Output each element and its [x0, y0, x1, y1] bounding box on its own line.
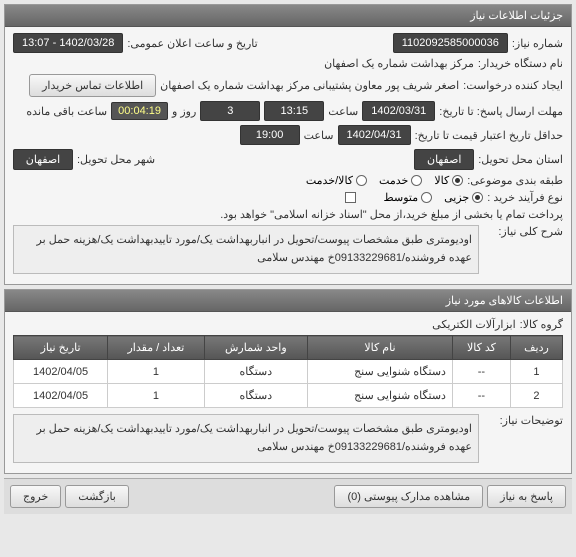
items-panel-title: اطلاعات کالاهای مورد نیاز: [446, 295, 563, 307]
payment-note: پرداخت تمام یا بخشی از مبلغ خرید،از محل …: [220, 208, 563, 221]
deadline-label: مهلت ارسال پاسخ: تا تاریخ:: [439, 105, 563, 118]
cell-code: --: [452, 360, 510, 384]
radio-both[interactable]: کالا/خدمت: [306, 174, 367, 187]
items-panel: اطلاعات کالاهای مورد نیاز گروه کالا: ابز…: [4, 289, 572, 474]
table-row[interactable]: 2 -- دستگاه شنوایی سنج دستگاه 1 1402/04/…: [14, 384, 563, 408]
remaining-timer: 00:04:19: [111, 102, 168, 120]
city-need-label: شهر محل تحویل:: [77, 153, 155, 166]
info-panel-header: جزئیات اطلاعات نیاز: [5, 5, 571, 27]
cell-date: 1402/04/05: [14, 384, 108, 408]
th-date: تاریخ نیاز: [14, 336, 108, 360]
cell-date: 1402/04/05: [14, 360, 108, 384]
th-qty: تعداد / مقدار: [108, 336, 205, 360]
info-panel: جزئیات اطلاعات نیاز شماره نیاز: 11020925…: [4, 4, 572, 285]
deadline-time: 13:15: [264, 101, 324, 121]
radio-medium-circle: [421, 192, 432, 203]
radio-goods-label: کالا: [434, 174, 449, 187]
validity-time: 19:00: [240, 125, 300, 145]
radio-services-label: خدمت: [379, 174, 408, 187]
footer-left-group: پاسخ به نیاز مشاهده مدارک پیوستی (0): [334, 485, 566, 508]
notes-label: توضیحات نیاز:: [483, 414, 563, 427]
group-label: گروه کالا:: [520, 318, 563, 331]
radio-goods[interactable]: کالا: [434, 174, 463, 187]
contact-button[interactable]: اطلاعات تماس خریدار: [29, 74, 156, 97]
time-label-1: ساعت: [328, 105, 358, 118]
notes-text: اودیومتری طبق مشخصات پیوست/تحویل در انبا…: [37, 423, 472, 453]
process-label: نوع فرآیند خرید :: [487, 191, 563, 204]
cell-code: --: [452, 384, 510, 408]
announce-value: 1402/03/28 - 13:07: [13, 33, 123, 53]
day-label: روز و: [172, 105, 196, 118]
validity-label: حداقل تاریخ اعتبار قیمت تا تاریخ:: [415, 129, 563, 142]
radio-services-circle: [411, 175, 422, 186]
cell-unit: دستگاه: [204, 384, 307, 408]
table-row[interactable]: 1 -- دستگاه شنوایی سنج دستگاه 1 1402/04/…: [14, 360, 563, 384]
th-unit: واحد شمارش: [204, 336, 307, 360]
remaining-label: ساعت باقی مانده: [26, 105, 107, 118]
requester-value: اصغر شریف پور معاون پشتیبانی مرکز بهداشت…: [160, 79, 459, 92]
need-no-value: 1102092585000036: [393, 33, 508, 53]
cell-row: 1: [510, 360, 562, 384]
days-value: 3: [200, 101, 260, 121]
buyer-label: نام دستگاه خریدار:: [478, 57, 563, 70]
footer-right-group: بازگشت خروج: [10, 485, 129, 508]
exit-button[interactable]: خروج: [10, 485, 61, 508]
th-code: کد کالا: [452, 336, 510, 360]
province-need-label: استان محل تحویل:: [478, 153, 563, 166]
items-panel-header: اطلاعات کالاهای مورد نیاز: [5, 290, 571, 312]
th-row: ردیف: [510, 336, 562, 360]
announce-label: تاریخ و ساعت اعلان عمومی:: [127, 37, 257, 50]
notes-box: اودیومتری طبق مشخصات پیوست/تحویل در انبا…: [13, 414, 479, 463]
info-panel-title: جزئیات اطلاعات نیاز: [470, 10, 563, 22]
cell-qty: 1: [108, 360, 205, 384]
province-need-value: اصفهان: [414, 149, 474, 170]
cell-qty: 1: [108, 384, 205, 408]
process-radio-group: جزیی متوسط: [384, 191, 484, 204]
respond-button[interactable]: پاسخ به نیاز: [487, 485, 566, 508]
radio-partial-circle: [472, 192, 483, 203]
radio-services[interactable]: خدمت: [379, 174, 422, 187]
category-label: طبقه بندی موضوعی:: [467, 174, 563, 187]
category-radio-group: کالا خدمت کالا/خدمت: [306, 174, 463, 187]
radio-goods-circle: [452, 175, 463, 186]
desc-box: اودیومتری طبق مشخصات پیوست/تحویل در انبا…: [13, 225, 479, 274]
deadline-date: 1402/03/31: [362, 101, 435, 121]
radio-medium-label: متوسط: [384, 191, 419, 204]
city-need-value: اصفهان: [13, 149, 73, 170]
attachments-button[interactable]: مشاهده مدارک پیوستی (0): [334, 485, 483, 508]
group-value: ابزارآلات الکتریکی: [432, 318, 515, 331]
cell-name: دستگاه شنوایی سنج: [307, 360, 452, 384]
radio-partial[interactable]: جزیی: [444, 191, 483, 204]
cell-row: 2: [510, 384, 562, 408]
footer-bar: پاسخ به نیاز مشاهده مدارک پیوستی (0) باز…: [4, 478, 572, 514]
radio-both-label: کالا/خدمت: [306, 174, 353, 187]
table-header-row: ردیف کد کالا نام کالا واحد شمارش تعداد /…: [14, 336, 563, 360]
items-table: ردیف کد کالا نام کالا واحد شمارش تعداد /…: [13, 335, 563, 408]
payment-checkbox[interactable]: [345, 192, 356, 203]
validity-date: 1402/04/31: [338, 125, 411, 145]
items-panel-body: گروه کالا: ابزارآلات الکتریکی ردیف کد کا…: [5, 312, 571, 473]
desc-label: شرح کلی نیاز:: [483, 225, 563, 238]
desc-text: اودیومتری طبق مشخصات پیوست/تحویل در انبا…: [37, 234, 472, 264]
need-no-label: شماره نیاز:: [512, 37, 563, 50]
th-name: نام کالا: [307, 336, 452, 360]
cell-unit: دستگاه: [204, 360, 307, 384]
back-button[interactable]: بازگشت: [65, 485, 129, 508]
cell-name: دستگاه شنوایی سنج: [307, 384, 452, 408]
info-panel-body: شماره نیاز: 1102092585000036 تاریخ و ساع…: [5, 27, 571, 284]
radio-both-circle: [356, 175, 367, 186]
time-label-2: ساعت: [304, 129, 334, 142]
buyer-value: مرکز بهداشت شماره یک اصفهان: [324, 57, 474, 70]
radio-medium[interactable]: متوسط: [384, 191, 433, 204]
requester-label: ایجاد کننده درخواست:: [463, 79, 563, 92]
radio-partial-label: جزیی: [444, 191, 469, 204]
